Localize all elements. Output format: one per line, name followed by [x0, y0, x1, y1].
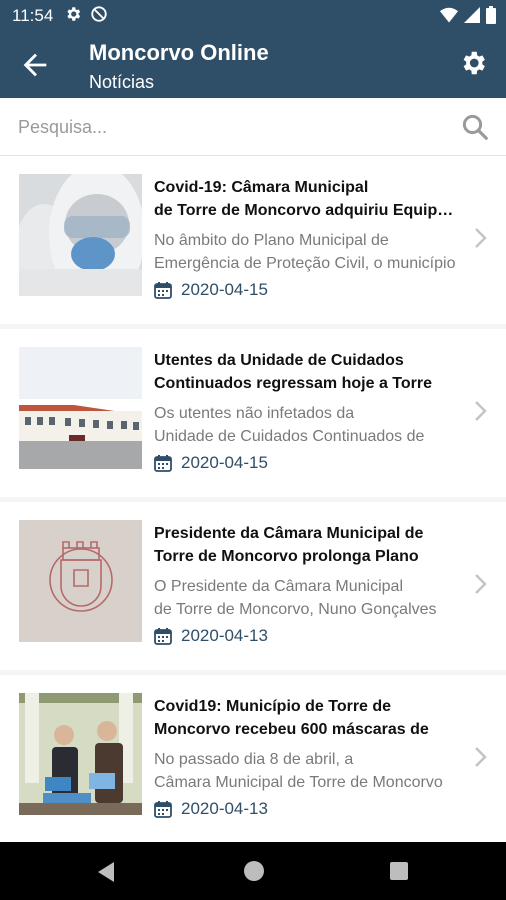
news-thumbnail: [19, 347, 142, 469]
settings-button[interactable]: [458, 48, 492, 82]
news-item[interactable]: Covid-19: Câmara Municipal de Torre de M…: [0, 156, 506, 324]
settings-icon: [67, 7, 81, 21]
chevron-right-icon: [475, 747, 487, 767]
news-date: 2020-04-15: [154, 280, 268, 300]
search-input[interactable]: [18, 112, 438, 142]
system-nav-bar: [0, 842, 506, 900]
app-bar: Moncorvo Online Notícias: [0, 32, 506, 98]
news-item[interactable]: Covid19: Município de Torre de Moncorvo …: [0, 675, 506, 843]
news-date-text: 2020-04-13: [181, 626, 268, 645]
news-summary-line: No âmbito do Plano Municipal de: [154, 232, 389, 249]
chevron-right-icon: [475, 401, 487, 421]
calendar-icon: [154, 628, 172, 645]
news-date: 2020-04-15: [154, 453, 268, 473]
no-sim-icon: [91, 6, 107, 22]
news-thumbnail: [19, 174, 142, 296]
news-title-line: Presidente da Câmara Municipal de: [154, 525, 424, 542]
people-with-masks-photo: [19, 693, 142, 815]
page-title: Moncorvo Online: [89, 40, 269, 65]
news-date-text: 2020-04-15: [181, 453, 268, 472]
search-button[interactable]: [460, 112, 490, 142]
news-title: Presidente da Câmara Municipal de Torre …: [154, 522, 460, 568]
chevron-right-icon: [475, 574, 487, 594]
news-item[interactable]: Utentes da Unidade de Cuidados Continuad…: [0, 329, 506, 497]
calendar-icon: [154, 455, 172, 472]
news-title-line: Utentes da Unidade de Cuidados: [154, 352, 404, 369]
news-summary-line: O Presidente da Câmara Municipal: [154, 578, 404, 595]
nav-recents-icon[interactable]: [390, 862, 408, 880]
wifi-icon: [440, 7, 458, 23]
news-title-line: de Torre de Moncorvo adquiriu Equipament…: [154, 202, 460, 219]
battery-icon: [486, 6, 496, 24]
arrow-back-icon: [23, 53, 47, 77]
signal-icon: [464, 7, 480, 23]
municipal-coat-of-arms: [19, 520, 142, 642]
news-title-line: Covid-19: Câmara Municipal: [154, 179, 369, 196]
news-summary-line: No passado dia 8 de abril, a: [154, 751, 354, 768]
news-thumbnail: [19, 693, 142, 815]
back-button[interactable]: [18, 48, 52, 82]
building-photo: [19, 347, 142, 469]
medical-worker-mask-photo: [19, 174, 142, 296]
search-icon: [462, 114, 488, 140]
news-summary: No âmbito do Plano Municipal de Emergênc…: [154, 229, 460, 275]
news-summary-line: de Torre de Moncorvo, Nuno Gonçalves: [154, 601, 437, 618]
news-summary-line: Os utentes não infetados da: [154, 405, 355, 422]
news-title-line: Covid19: Município de Torre de: [154, 698, 392, 715]
news-date-text: 2020-04-13: [181, 799, 268, 818]
news-list: Covid-19: Câmara Municipal de Torre de M…: [0, 156, 506, 843]
news-date: 2020-04-13: [154, 799, 268, 819]
nav-home-icon[interactable]: [244, 861, 264, 881]
page-subtitle: Notícias: [89, 72, 155, 92]
search-bar: [0, 98, 506, 156]
news-item[interactable]: Presidente da Câmara Municipal de Torre …: [0, 502, 506, 670]
nav-back-icon[interactable]: [96, 861, 116, 883]
news-title: Covid19: Município de Torre de Moncorvo …: [154, 695, 460, 741]
news-summary-line: Câmara Municipal de Torre de Moncorvo: [154, 774, 443, 791]
news-date-text: 2020-04-15: [181, 280, 268, 299]
status-bar: 11:54: [0, 0, 506, 32]
gear-icon: [463, 51, 485, 75]
news-title: Utentes da Unidade de Cuidados Continuad…: [154, 349, 460, 395]
status-time: 11:54: [12, 6, 54, 25]
news-title: Covid-19: Câmara Municipal de Torre de M…: [154, 176, 460, 222]
news-date: 2020-04-13: [154, 626, 268, 646]
calendar-icon: [154, 801, 172, 818]
news-summary: Os utentes não infetados da Unidade de C…: [154, 402, 460, 448]
news-title-line: Moncorvo recebeu 600 máscaras de: [154, 721, 429, 738]
news-summary: No passado dia 8 de abril, a Câmara Muni…: [154, 748, 460, 794]
chevron-right-icon: [475, 228, 487, 248]
news-title-line: Torre de Moncorvo prolonga Plano: [154, 548, 419, 565]
calendar-icon: [154, 282, 172, 299]
news-summary: O Presidente da Câmara Municipal de Torr…: [154, 575, 460, 621]
news-summary-line: Emergência de Proteção Civil, o municípi…: [154, 255, 456, 272]
news-thumbnail: [19, 520, 142, 642]
news-title-line: Continuados regressam hoje a Torre: [154, 375, 432, 392]
news-summary-line: Unidade de Cuidados Continuados de: [154, 428, 425, 445]
